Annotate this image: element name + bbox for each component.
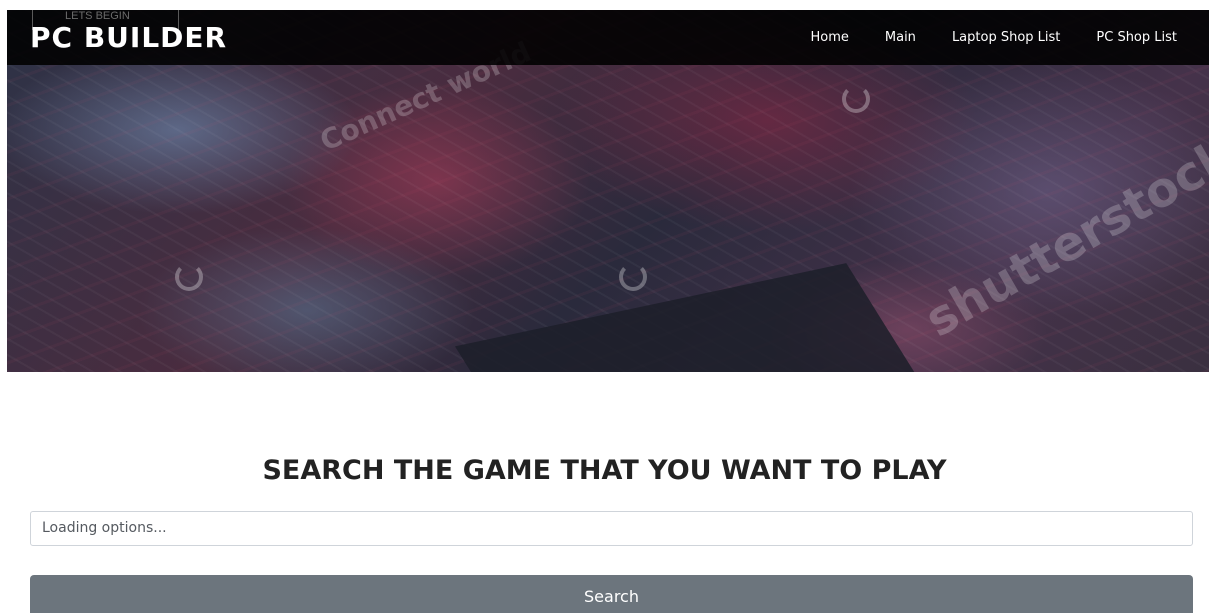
navbar: LETS BEGIN PC BUILDER Home Main Laptop S… — [7, 10, 1209, 65]
watermark-ring-icon — [842, 85, 870, 113]
search-heading: SEARCH THE GAME THAT YOU WANT TO PLAY — [262, 455, 947, 486]
brand-logo[interactable]: PC BUILDER — [30, 23, 227, 53]
nav-main-link[interactable]: Main — [885, 30, 916, 45]
nav-laptop-shop-list-link[interactable]: Laptop Shop List — [952, 30, 1060, 45]
nav-links: Home Main Laptop Shop List PC Shop List — [811, 10, 1178, 65]
search-button[interactable]: Search — [30, 575, 1193, 613]
game-select-input[interactable]: Loading options... — [30, 511, 1193, 546]
nav-pc-shop-list-link[interactable]: PC Shop List — [1096, 30, 1177, 45]
watermark-ring-icon — [175, 263, 203, 291]
watermark-ring-icon — [619, 263, 647, 291]
nav-home-link[interactable]: Home — [811, 30, 849, 45]
page: Connect world shutterstock LETS BEGIN PC… — [0, 0, 1209, 613]
